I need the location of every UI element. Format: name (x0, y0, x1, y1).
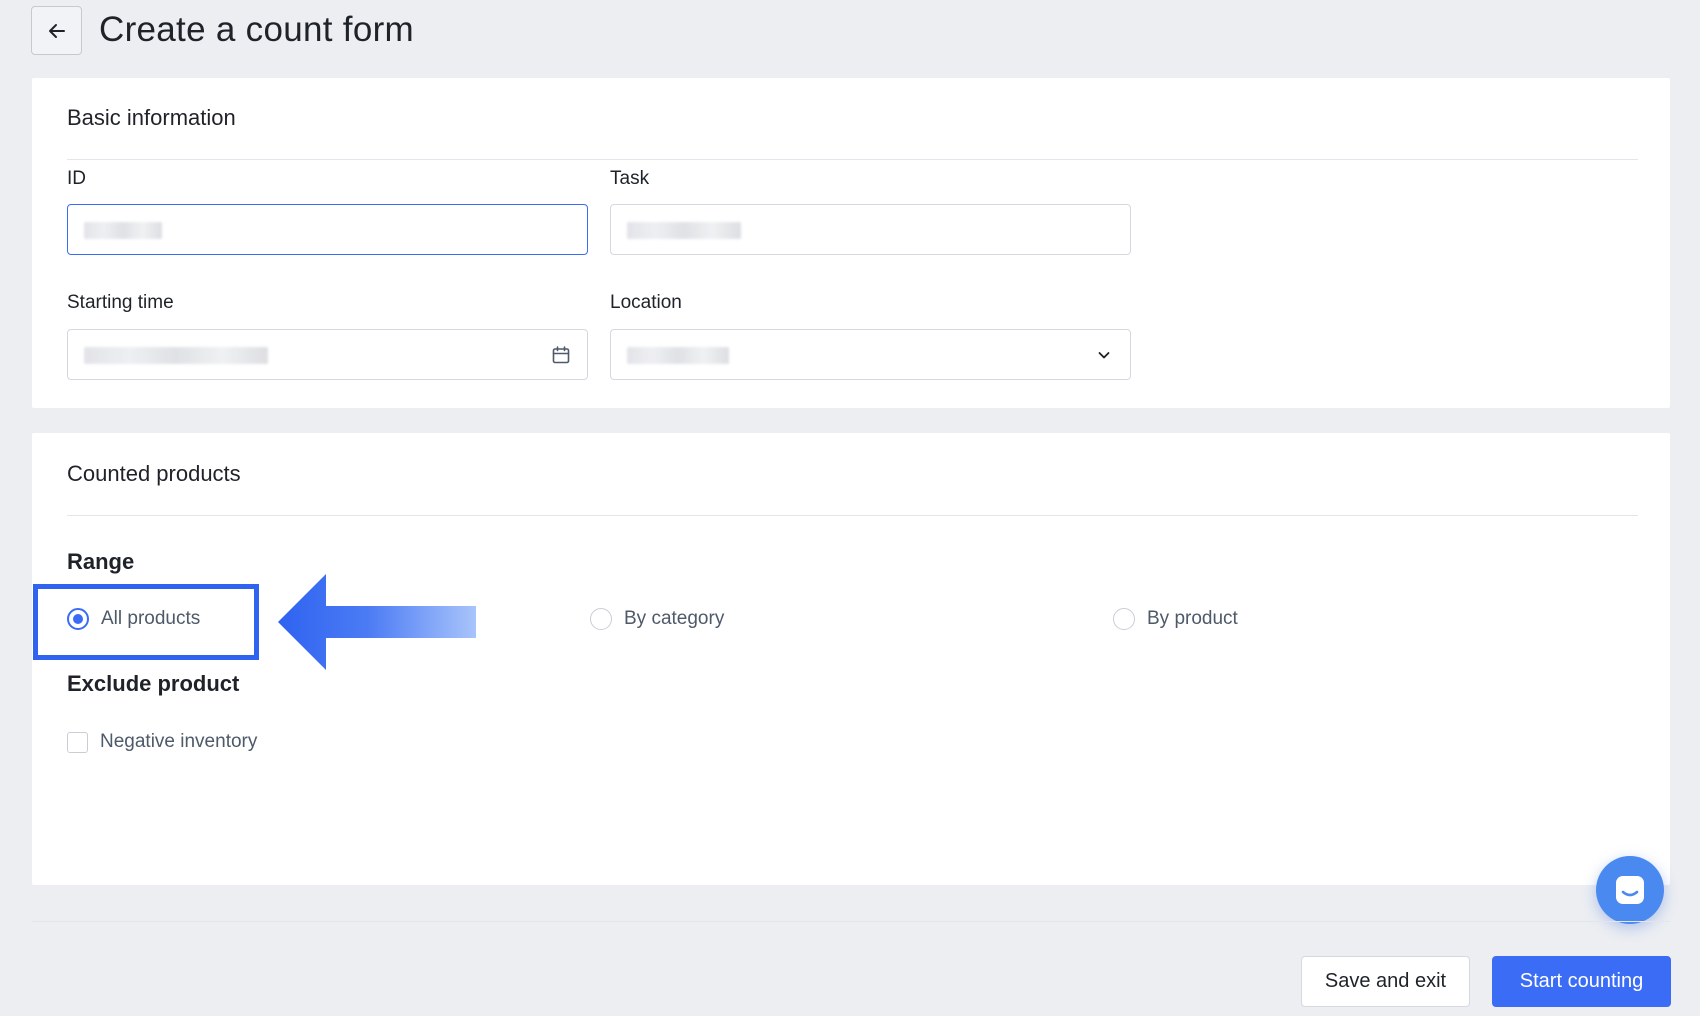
divider (67, 515, 1638, 516)
starting-time-label: Starting time (67, 292, 174, 313)
basic-information-card: Basic information ID Task Starting time … (32, 78, 1670, 408)
chevron-down-icon[interactable] (1093, 344, 1115, 366)
starting-time-value-redacted (84, 347, 268, 364)
task-input[interactable] (610, 204, 1131, 255)
radio-by-product[interactable]: By product (1113, 608, 1238, 630)
exclude-product-label: Exclude product (67, 671, 240, 696)
checkbox[interactable] (67, 731, 88, 753)
task-label: Task (610, 168, 650, 189)
radio-button[interactable] (590, 608, 612, 630)
location-select[interactable] (610, 329, 1131, 380)
id-input-value-redacted (84, 222, 162, 239)
basic-information-title: Basic information (67, 105, 236, 130)
arrow-left-icon (48, 23, 65, 38)
save-and-exit-button[interactable]: Save and exit (1301, 956, 1470, 1007)
radio-button[interactable] (1113, 608, 1135, 630)
id-label: ID (67, 168, 86, 189)
divider (67, 159, 1638, 160)
starting-time-picker[interactable] (67, 329, 588, 380)
radio-by-category[interactable]: By category (590, 608, 724, 630)
page-title: Create a count form (99, 10, 415, 49)
location-value-redacted (627, 347, 729, 364)
annotation-arrow-icon (278, 574, 476, 670)
page: Create a count form Basic information ID… (0, 0, 1700, 1016)
chat-icon (1616, 876, 1644, 904)
range-label: Range (67, 549, 135, 574)
annotation-highlight-box (33, 584, 259, 660)
chat-button[interactable] (1596, 856, 1664, 924)
task-input-value-redacted (627, 222, 741, 239)
footer-divider (32, 921, 1670, 922)
calendar-icon[interactable] (550, 344, 572, 366)
checkbox-negative-inventory[interactable]: Negative inventory (67, 731, 257, 753)
counted-products-title: Counted products (67, 461, 241, 486)
checkbox-label: Negative inventory (100, 731, 258, 752)
back-button[interactable] (31, 6, 82, 55)
start-counting-button[interactable]: Start counting (1492, 956, 1671, 1007)
id-input[interactable] (67, 204, 588, 255)
location-label: Location (610, 292, 682, 313)
radio-label: By category (624, 608, 725, 629)
radio-label: By product (1147, 608, 1238, 629)
